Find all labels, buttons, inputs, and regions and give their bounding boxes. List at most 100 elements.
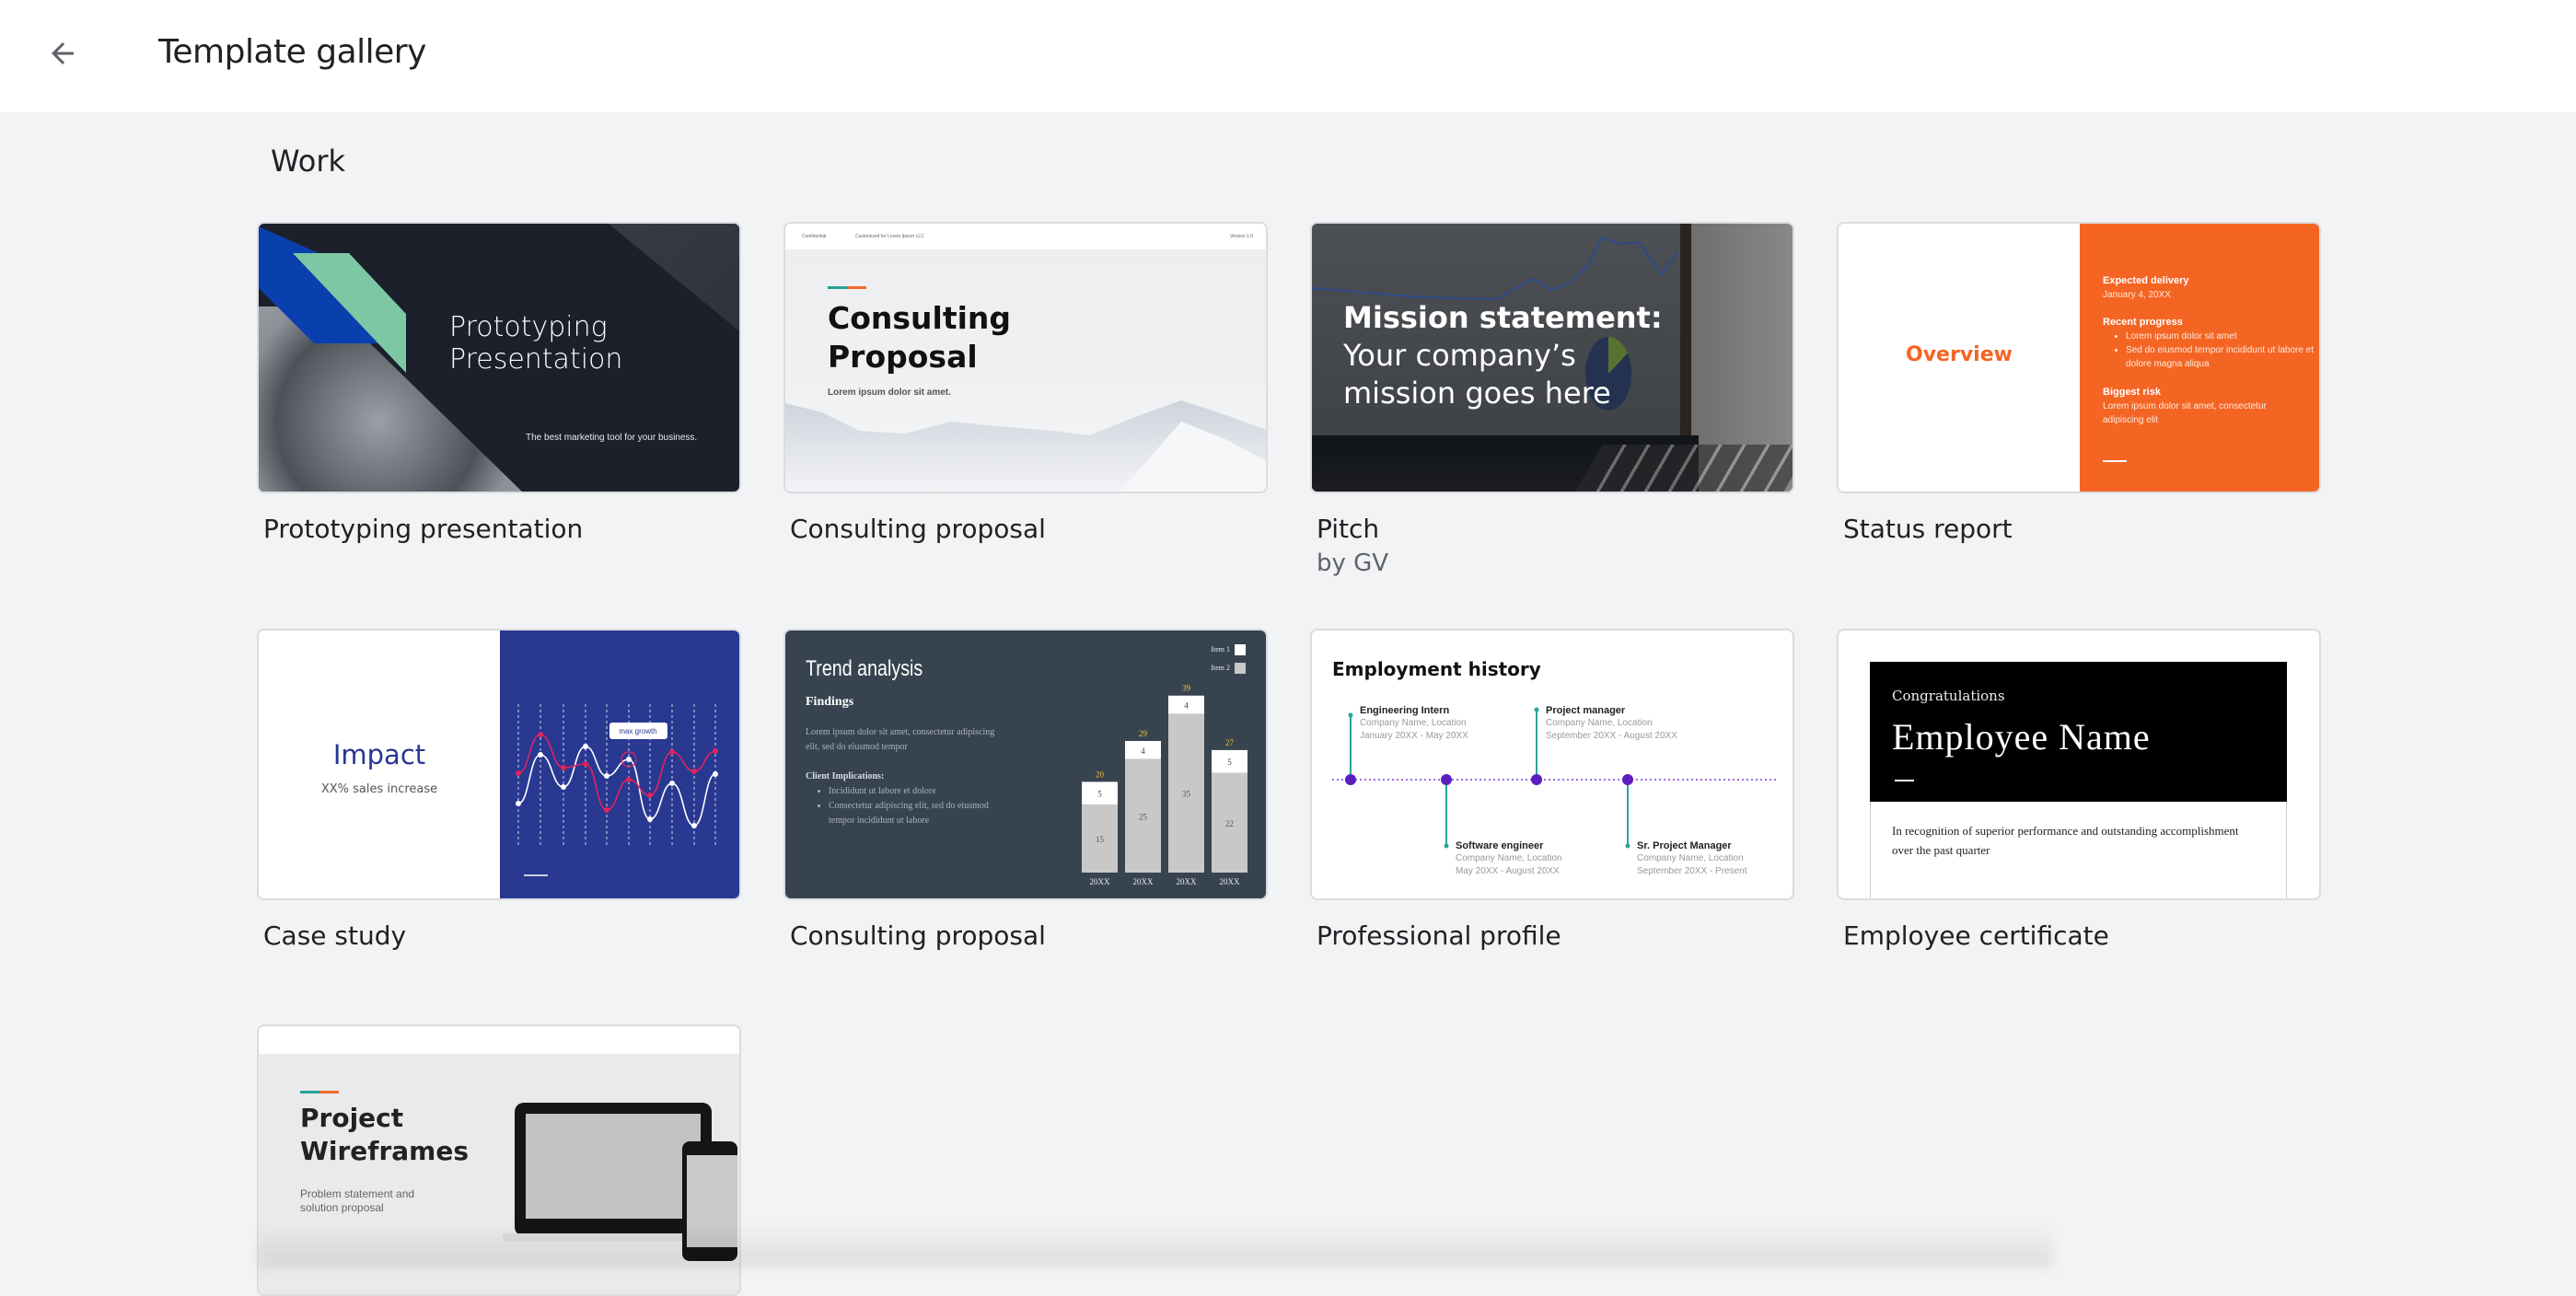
divider-line [2103, 460, 2127, 462]
stacked-bar-chart: 15 5 20 20XX 25 4 29 20XX 35 4 39 20XX 22 5 27 20XX Item… [1082, 644, 1247, 886]
dash-rule [1895, 780, 1914, 781]
thumb-title: Project Wireframes [300, 1103, 469, 1166]
template-tile-consulting-proposal[interactable]: Confidential Customized for Lorem Ipsum … [783, 222, 1268, 544]
back-button[interactable] [37, 28, 88, 79]
bar-total: 39 [1182, 684, 1191, 693]
template-thumbnail[interactable]: Mission statement: Your company’s mission … [1310, 222, 1794, 493]
template-tile-pitch[interactable]: Mission statement: Your company’s mission … [1310, 222, 1794, 577]
thumb-mission-text: Mission statement: Your company’s mission … [1343, 300, 1663, 411]
bar-value-item2: 35 [1182, 790, 1191, 799]
laptop-keyboard [1573, 445, 1793, 492]
template-thumbnail[interactable]: Trend analysis Findings Lorem ipsum dolo… [783, 629, 1268, 900]
job-entry: Software engineer Company Name, Location M… [1456, 840, 1562, 876]
template-tile-consulting-proposal-2[interactable]: Trend analysis Findings Lorem ipsum dolo… [783, 629, 1268, 951]
template-name: Consulting proposal [790, 920, 1046, 951]
template-name: Case study [263, 920, 407, 951]
bar-value-item2: 22 [1225, 819, 1234, 828]
red-series-point [691, 769, 697, 774]
template-tile-case-study[interactable]: Impact XX% sales increase max growth Cas… [257, 629, 741, 951]
white-series [517, 746, 716, 827]
white-series-point [713, 771, 718, 777]
template-name: Pitch [1317, 514, 1380, 544]
right-panel: Expected delivery January 4, 20XX Recent … [2080, 224, 2319, 492]
accent-rule [300, 1091, 339, 1094]
thumb-customized: Customized for Lorem Ipsum LLC [855, 234, 924, 239]
template-tile-professional-profile[interactable]: Employment history Engineering Intern Com… [1310, 629, 1794, 951]
thumb-title: Consulting Proposal [828, 300, 1012, 375]
template-tile-employee-certificate[interactable]: Congratulations Employee Name In recogni… [1837, 629, 2321, 951]
bar-category-label: 20XX [1220, 877, 1240, 886]
white-series-point [647, 816, 653, 822]
red-series-point [516, 770, 521, 776]
bar-total: 27 [1225, 738, 1235, 747]
white-series-point [583, 744, 588, 749]
thumb-subtitle: Lorem ipsum dolor sit amet. [828, 388, 951, 398]
red-series-point [713, 748, 718, 754]
red-series-point [561, 765, 566, 770]
bar-value-item1: 5 [1097, 790, 1102, 799]
template-thumbnail[interactable]: Confidential Customized for Lorem Ipsum … [783, 222, 1268, 493]
thumb-subheading: XX% sales increase [320, 782, 438, 796]
decorative-line-chart: max growth [516, 704, 718, 876]
red-series [517, 734, 716, 811]
red-series-point [626, 777, 632, 782]
template-tile-status-report[interactable]: Overview Expected delivery January 4, 20X… [1837, 222, 2321, 544]
bar-category-label: 20XX [1177, 877, 1197, 886]
thumb-greeting: Congratulations [1892, 688, 2005, 704]
thumb-subtitle: Problem statement and solution proposal [300, 1187, 415, 1214]
bar-category-label: 20XX [1133, 877, 1154, 886]
red-series-point [647, 793, 653, 798]
white-series-point [538, 752, 543, 758]
thumb-topbar [259, 1026, 739, 1054]
thumb-version: Version 1.0 [1229, 234, 1253, 239]
template-name: Status report [1843, 514, 2013, 544]
top-bar: Template gallery [0, 0, 2576, 112]
red-series-point [669, 749, 675, 755]
job-entry: Engineering Intern Company Name, Location… [1360, 705, 1468, 741]
template-thumbnail[interactable]: Congratulations Employee Name In recogni… [1837, 629, 2321, 900]
thumb-title: Prototyping Presentation [449, 311, 623, 376]
red-series-point [583, 761, 588, 767]
template-thumbnail[interactable]: Prototyping Presentation The best marketi… [257, 222, 741, 493]
template-thumbnail[interactable]: Impact XX% sales increase max growth [257, 629, 741, 900]
thumb-employee-name: Employee Name [1892, 716, 2151, 758]
arrow-back-icon [52, 42, 74, 64]
thumb-heading: Impact [332, 739, 426, 770]
thumb-tagline: The best marketing tool for your busines… [526, 433, 698, 443]
template-tile-prototyping[interactable]: Prototyping Presentation The best marketi… [257, 222, 741, 544]
job-entry: Project manager Company Name, Location Sep… [1546, 705, 1677, 741]
legend-swatch [1235, 663, 1246, 674]
laptop-bezel [1680, 224, 1691, 440]
risk-block: Biggest risk Lorem ipsum dolor sit amet, … [2103, 387, 2267, 425]
bar-category-label: 20XX [1090, 877, 1110, 886]
white-series-point [516, 801, 521, 806]
bar-value-item2: 15 [1096, 835, 1105, 844]
accent-rule [828, 286, 866, 289]
callout-label: max growth [619, 727, 656, 735]
template-thumbnail[interactable]: Employment history Engineering Intern Com… [1310, 629, 1794, 900]
delivery-block: Expected delivery January 4, 20XX [2103, 275, 2189, 300]
thumb-confidential: Confidential [802, 234, 827, 239]
bottom-shadow [258, 1224, 2053, 1267]
template-name: Consulting proposal [790, 514, 1046, 544]
thumb-body: In recognition of superior performance a… [1892, 824, 2239, 857]
progress-block: Recent progress Lorem ipsum dolor sit am… [2103, 316, 2315, 371]
red-series-point [538, 732, 543, 737]
white-series-point [604, 773, 609, 779]
template-name: Employee certificate [1843, 920, 2109, 951]
page-title: Template gallery [158, 33, 426, 71]
template-name: Prototyping presentation [263, 514, 584, 544]
bar-total: 29 [1139, 729, 1148, 738]
white-series-point [669, 781, 675, 786]
laptop-screen [526, 1114, 701, 1219]
thumb-topbar: Confidential Customized for Lorem Ipsum … [785, 224, 1266, 249]
section-title-work: Work [271, 144, 346, 179]
template-thumbnail[interactable]: Overview Expected delivery January 4, 20X… [1837, 222, 2321, 493]
legend-label: Item 1 [1211, 645, 1230, 654]
white-series-point [561, 784, 566, 790]
bar-value-item2: 25 [1139, 812, 1148, 821]
white-series-point [626, 757, 632, 762]
job-entry: Sr. Project Manager Company Name, Locatio… [1637, 840, 1747, 876]
bar-value-item1: 4 [1141, 746, 1145, 756]
template-author: by GV [1317, 550, 1389, 577]
